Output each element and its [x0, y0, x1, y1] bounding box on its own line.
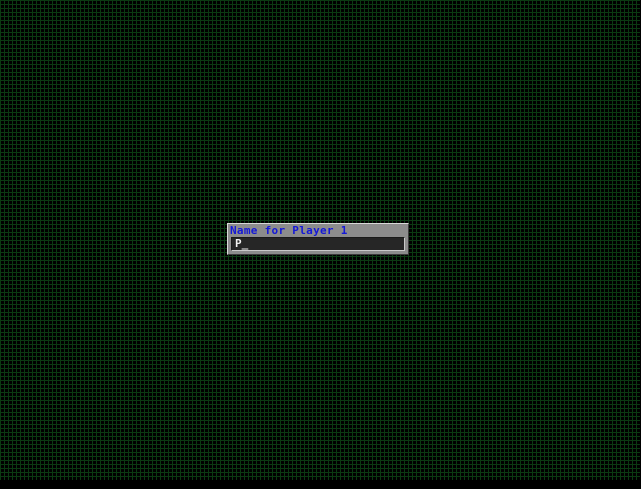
- player-name-dialog: Name for Player 1 P_: [227, 223, 409, 255]
- game-screen: Name for Player 1 P_: [0, 0, 641, 489]
- player-name-value: P_: [235, 238, 248, 250]
- dialog-title: Name for Player 1: [230, 224, 348, 237]
- text-cursor: _: [241, 237, 249, 250]
- player-name-text: P: [235, 237, 242, 250]
- player-name-input[interactable]: P_: [231, 237, 405, 251]
